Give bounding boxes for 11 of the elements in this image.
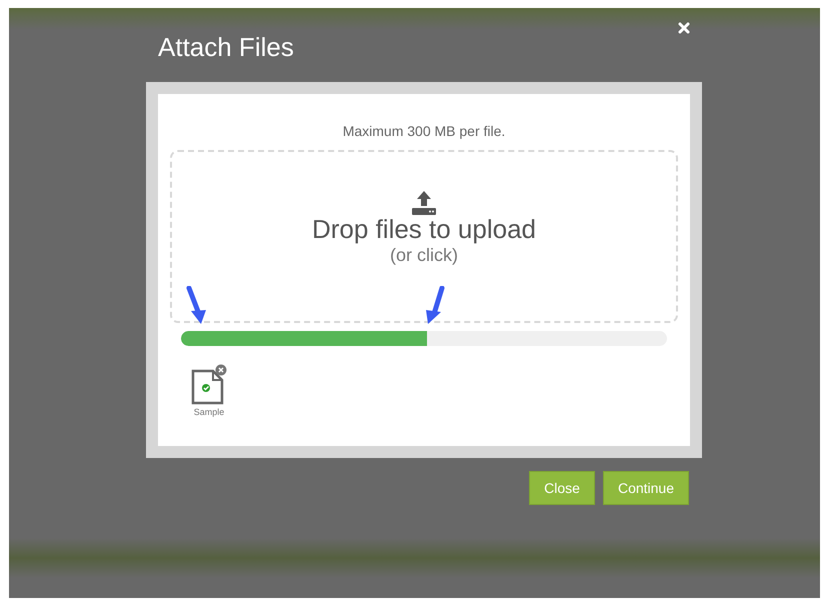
- drop-label: Drop files to upload: [312, 214, 536, 244]
- file-name: Sample: [194, 407, 224, 418]
- dialog-button[interactable]: Continue: [602, 471, 689, 505]
- close-icon[interactable]: [678, 22, 690, 34]
- size-limit-text: Maximum 300 MB per file.: [342, 122, 506, 140]
- file-icon[interactable]: [190, 364, 228, 406]
- drop-zone[interactable]: Drop files to upload (or click): [170, 150, 678, 323]
- dialog-button[interactable]: Close: [529, 471, 595, 505]
- drop-hint: (or click): [390, 244, 458, 266]
- dialog-title: Attach Files: [158, 31, 294, 64]
- upload-icon: [411, 190, 437, 216]
